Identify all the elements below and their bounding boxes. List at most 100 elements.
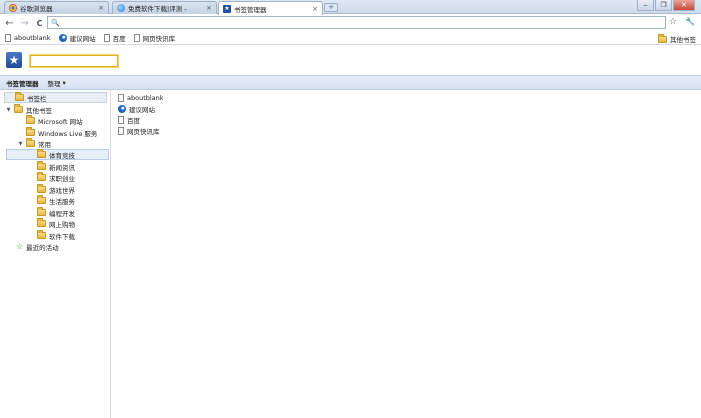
tab-title: 书签管理器 (234, 5, 267, 14)
tab-chrome-browser[interactable]: 谷歌浏览器 × (4, 1, 109, 14)
close-icon[interactable]: × (98, 4, 104, 12)
bookmark-web-slice-gallery[interactable]: 网页快讯库 (133, 33, 176, 43)
globe-icon (117, 4, 125, 12)
tree-label: 游戏世界 (49, 186, 75, 195)
tree-item-news[interactable]: 新闻资讯 (37, 161, 75, 172)
window-close-button[interactable]: ✕ (673, 0, 695, 11)
folder-icon (37, 184, 46, 193)
folder-icon (37, 149, 46, 158)
manager-command-bar: 书签管理器 整理 ▾ (0, 75, 701, 90)
other-bookmarks-label: 其他书签 (670, 36, 696, 44)
tree-item-software[interactable]: 软件下载 (37, 230, 75, 241)
folder-icon (37, 172, 46, 181)
bookmark-label: 网页快讯库 (142, 35, 176, 43)
reload-button[interactable]: C (34, 18, 45, 29)
folder-icon (26, 127, 35, 136)
tree-label: 求职创业 (49, 174, 75, 183)
address-input[interactable] (62, 17, 665, 28)
list-item-baidu[interactable]: 百度 (118, 115, 140, 125)
folder-tree: 书签栏 ▼ 其他书签 Microsoft 网站 Windows Live 服务 … (0, 90, 111, 418)
folder-icon (37, 161, 46, 170)
chrome-icon (9, 4, 17, 12)
page-icon (118, 94, 124, 102)
tab-title: 免费软件下载|评测 - (128, 5, 187, 13)
forward-button[interactable]: → (19, 18, 30, 29)
tab-strip: 谷歌浏览器 × 免费软件下载|评测 - × ★ 书签管理器 × + ‒ ❐ ✕ (0, 0, 701, 15)
bookmark-list: aboutblank 建议网站 百度 网页快讯库 (112, 90, 701, 418)
bookmark-suggested-sites[interactable]: 建议网站 (58, 33, 96, 43)
tree-item-microsoft[interactable]: Microsoft 网站 (26, 115, 83, 126)
tree-item-windows-live[interactable]: Windows Live 服务 (26, 127, 97, 138)
tree-item-other-bookmarks[interactable]: ▼ 其他书签 (6, 104, 52, 115)
new-tab-button[interactable]: + (324, 3, 338, 12)
tree-item-common[interactable]: ▼ 常用 (18, 138, 51, 149)
page-icon (103, 34, 110, 42)
list-item-label: aboutblank (127, 94, 164, 102)
tree-item-bookmarks-bar[interactable]: 书签栏 (4, 92, 107, 103)
folder-icon (14, 104, 23, 113)
search-icon: 🔍 (51, 18, 60, 27)
bookmark-label: aboutblank (14, 34, 51, 42)
tree-label: 编程开发 (49, 209, 75, 218)
ie-icon (58, 34, 67, 42)
toolbar: ← → C 🔍 ☆ 🔧 (0, 14, 701, 32)
page-icon (133, 34, 140, 42)
folder-icon (37, 195, 46, 204)
tree-label: 书签栏 (27, 94, 47, 103)
tree-item-games[interactable]: 游戏世界 (37, 184, 75, 195)
chevron-down-icon: ▾ (62, 78, 66, 87)
tree-label: 最近的活动 (26, 243, 59, 252)
tree-label: 常用 (38, 140, 51, 149)
tree-item-life[interactable]: 生活服务 (37, 195, 75, 206)
bookmark-aboutblank[interactable]: aboutblank (5, 34, 51, 42)
list-item-aboutblank[interactable]: aboutblank (118, 93, 164, 103)
back-button[interactable]: ← (4, 18, 15, 29)
tree-item-programming[interactable]: 编程开发 (37, 207, 75, 218)
tab-software-download[interactable]: 免费软件下载|评测 - × (112, 1, 217, 14)
tab-title: 谷歌浏览器 (20, 5, 53, 13)
omnibox[interactable]: 🔍 (47, 16, 666, 29)
folder-icon (15, 92, 24, 101)
tree-label: 新闻资讯 (49, 163, 75, 172)
restore-button[interactable]: ❐ (655, 0, 672, 11)
bookmark-star-icon: ★ (223, 4, 231, 13)
page-icon (118, 116, 124, 124)
bookmark-star-button[interactable]: ☆ (669, 17, 677, 27)
manager-title: 书签管理器 (6, 79, 39, 88)
tree-label: 软件下载 (49, 232, 75, 241)
list-item-label: 网页快讯库 (127, 128, 160, 136)
folder-icon (37, 207, 46, 216)
wrench-icon[interactable]: 🔧 (685, 17, 695, 27)
tree-label: 生活服务 (49, 197, 75, 206)
list-item-suggested-sites[interactable]: 建议网站 (118, 104, 155, 114)
folder-icon (37, 230, 46, 239)
folder-icon (37, 218, 46, 227)
tree-label: 网上购物 (49, 220, 75, 229)
expand-arrow-icon[interactable]: ▼ (18, 141, 23, 147)
tree-item-recent[interactable]: ☆ 最近的活动 (16, 241, 59, 252)
bookmark-manager-logo-icon: ★ (6, 52, 22, 68)
tree-item-jobs[interactable]: 求职创业 (37, 172, 75, 183)
bookmarks-bar: aboutblank 建议网站 百度 网页快讯库 其他书签 (0, 32, 701, 45)
organize-menu-button[interactable]: 整理 ▾ (48, 78, 66, 88)
bookmark-search-input[interactable] (30, 55, 118, 67)
other-bookmarks-button[interactable]: 其他书签 (658, 33, 696, 44)
folder-icon (26, 115, 35, 124)
tree-item-shopping[interactable]: 网上购物 (37, 218, 75, 229)
folder-icon (26, 138, 35, 147)
page-icon (5, 34, 11, 42)
list-item-web-slice-gallery[interactable]: 网页快讯库 (118, 126, 160, 136)
star-icon: ☆ (16, 241, 24, 251)
expand-arrow-icon[interactable]: ▼ (6, 107, 11, 113)
close-icon[interactable]: × (206, 4, 212, 12)
tree-item-sports[interactable]: 体育竞技 (6, 149, 109, 160)
close-icon[interactable]: × (312, 5, 318, 13)
page-icon (118, 127, 124, 135)
bookmark-label: 建议网站 (69, 35, 96, 43)
minimize-button[interactable]: ‒ (637, 0, 654, 11)
bookmark-label: 百度 (112, 35, 126, 43)
bookmark-baidu[interactable]: 百度 (103, 33, 126, 43)
organize-label: 整理 (47, 79, 61, 88)
tree-label: 其他书签 (26, 106, 52, 115)
tab-bookmark-manager[interactable]: ★ 书签管理器 × (218, 1, 323, 15)
